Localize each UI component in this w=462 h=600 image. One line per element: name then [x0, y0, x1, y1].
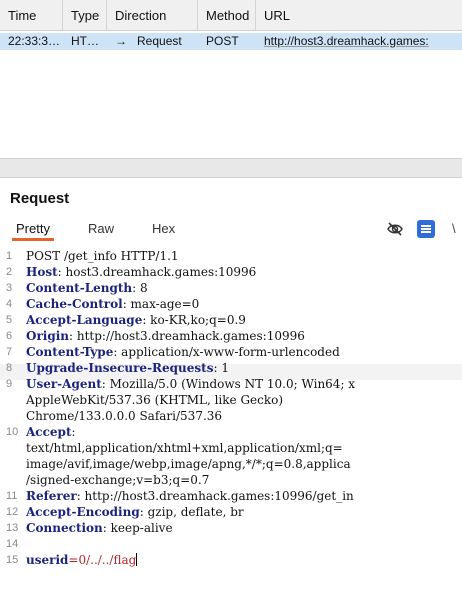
header-value: : ko-KR,ko;q=0.9 [142, 313, 246, 327]
line-content: Cache-Control: max-age=0 [26, 296, 199, 312]
header-value: : keep-alive [102, 521, 173, 535]
cell-method: POST [206, 34, 239, 48]
header-value: : gzip, deflate, br [139, 505, 244, 519]
table-row[interactable]: 22:33:3… HT… → Request POST http://host3… [0, 33, 462, 50]
line-number: 15 [6, 554, 19, 566]
header-value: : Mozilla/5.0 (Windows NT 10.0; Win64; x [101, 377, 356, 391]
text-caret [136, 553, 138, 566]
line-content: Chrome/133.0.0.0 Safari/537.36 [26, 408, 222, 424]
request-editor[interactable]: 1 POST /get_info HTTP/1.1 2 Host: host3.dre… [0, 245, 462, 600]
header-value: : [71, 425, 76, 439]
line-number: 7 [6, 346, 13, 358]
line-content: userid=0/../../flag [26, 552, 138, 568]
tab-raw[interactable]: Raw [88, 217, 114, 241]
cell-direction: → Request [107, 33, 198, 50]
line-number: 4 [6, 298, 13, 310]
line-text: image/avif,image/webp,image/apng,*/*;q=0… [26, 457, 351, 471]
header-value: : max-age=0 [122, 297, 200, 311]
cell-type: HT… [71, 34, 99, 48]
line-text: /signed-exchange;v=b3;q=0.7 [26, 473, 210, 487]
header-value: : http://host3.dreamhack.games:10996/get… [76, 489, 354, 503]
newline-toggle-icon[interactable]: \ [452, 220, 462, 238]
line-number: 10 [6, 426, 19, 438]
line-number: 14 [6, 538, 19, 550]
header-name: Referer [26, 489, 77, 503]
column-header-method[interactable]: Method [198, 0, 256, 31]
header-name: Connection [26, 521, 103, 535]
header-value: : 8 [132, 281, 148, 295]
request-panel-title: Request [10, 190, 70, 207]
column-header-url[interactable]: URL [256, 0, 462, 31]
line-content: AppleWebKit/537.36 (KHTML, like Gecko) [26, 392, 283, 408]
column-header-time[interactable]: Time [0, 0, 63, 31]
line-number: 9 [6, 378, 13, 390]
tab-pretty[interactable]: Pretty [12, 217, 54, 241]
line-content: Host: host3.dreamhack.games:10996 [26, 264, 256, 280]
param-equals: = [68, 553, 79, 567]
line-content: Content-Type: application/x-www-form-url… [26, 344, 340, 360]
header-name: Upgrade-Insecure-Requests [26, 361, 214, 375]
line-content: image/avif,image/webp,image/apng,*/*;q=0… [26, 456, 351, 472]
header-name: Host [26, 265, 58, 279]
line-number: 11 [6, 490, 18, 502]
line-number: 8 [6, 362, 13, 374]
line-content: /signed-exchange;v=b3;q=0.7 [26, 472, 209, 488]
header-name: Accept-Encoding [26, 505, 140, 519]
line-number: 13 [6, 522, 19, 534]
line-content: Accept: [26, 424, 76, 440]
line-content: Referer: http://host3.dreamhack.games:10… [26, 488, 354, 504]
header-name: Accept-Language [26, 313, 143, 327]
header-value: : host3.dreamhack.games:10996 [57, 265, 257, 279]
line-content: Upgrade-Insecure-Requests: 1 [26, 360, 229, 376]
param-name: userid [26, 553, 69, 567]
line-content: Origin: http://host3.dreamhack.games:109… [26, 328, 305, 344]
line-content: Accept-Language: ko-KR,ko;q=0.9 [26, 312, 246, 328]
line-number: 12 [6, 506, 19, 518]
header-name: Content-Length [26, 281, 133, 295]
header-value: : application/x-www-form-urlencoded [113, 345, 340, 359]
line-number: 6 [6, 330, 13, 342]
line-content: Content-Length: 8 [26, 280, 148, 296]
line-content: Accept-Encoding: gzip, deflate, br [26, 504, 244, 520]
eye-slash-icon[interactable] [386, 220, 404, 238]
panel-splitter[interactable] [0, 158, 462, 178]
header-name: Origin [26, 329, 70, 343]
arrow-right-icon: → [115, 34, 127, 48]
direction-label: Request [137, 34, 182, 48]
cell-time: 22:33:3… [8, 34, 61, 48]
line-number: 3 [6, 282, 13, 294]
header-name: Content-Type [26, 345, 114, 359]
line-text: text/html,application/xhtml+xml,applicat… [26, 441, 343, 455]
line-text: Chrome/133.0.0.0 Safari/537.36 [26, 409, 223, 423]
line-content: POST /get_info HTTP/1.1 [26, 248, 179, 264]
param-value: 0/../../flag [78, 553, 137, 567]
header-name: Cache-Control [26, 297, 123, 311]
line-number: 1 [6, 250, 13, 262]
line-text: AppleWebKit/537.36 (KHTML, like Gecko) [26, 393, 284, 407]
header-value: : http://host3.dreamhack.games:10996 [69, 329, 305, 343]
column-header-type[interactable]: Type [63, 0, 107, 31]
column-header-direction[interactable]: Direction [107, 0, 198, 31]
header-value: : 1 [213, 361, 229, 375]
line-text: POST /get_info HTTP/1.1 [26, 249, 179, 263]
header-name: Accept [26, 425, 72, 439]
line-content: User-Agent: Mozilla/5.0 (Windows NT 10.0… [26, 376, 355, 392]
line-content: Connection: keep-alive [26, 520, 173, 536]
history-table-header: Time Type Direction Method URL [0, 0, 462, 31]
tab-hex[interactable]: Hex [152, 217, 175, 241]
line-content: text/html,application/xhtml+xml,applicat… [26, 440, 343, 456]
message-icon[interactable] [417, 220, 435, 238]
line-number: 5 [6, 314, 13, 326]
header-name: User-Agent [26, 377, 102, 391]
line-number: 2 [6, 266, 13, 278]
cell-url: http://host3.dreamhack.games: [264, 34, 429, 48]
